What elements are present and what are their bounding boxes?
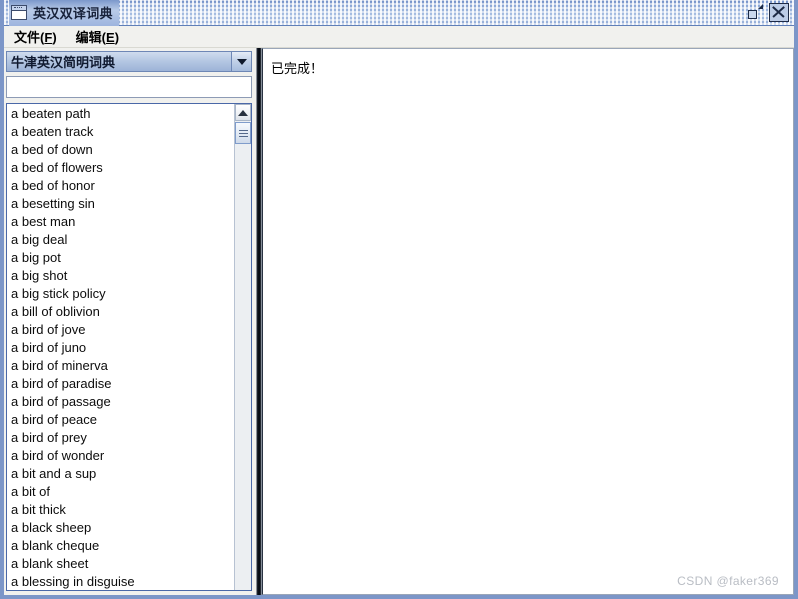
list-item[interactable]: a bit and a sup [7,465,234,483]
sidebar-pane: 牛津英汉简明词典 a beaten path a beaten track a be… [4,48,256,595]
scrollbar-thumb[interactable] [235,122,251,144]
thumb-grip-line [238,135,248,137]
list-item[interactable]: a bird of peace [7,411,234,429]
list-item[interactable]: a bird of minerva [7,357,234,375]
watermark-text: CSDN @faker369 [677,574,779,588]
list-item[interactable]: a bird of juno [7,339,234,357]
list-item[interactable]: a blessing in disguise [7,573,234,590]
menu-item-file-label: 文件 [14,29,41,45]
list-item[interactable]: a bit thick [7,501,234,519]
restore-arrow-icon [758,4,763,9]
window-controls [745,3,792,22]
scrollbar-track[interactable] [235,144,251,590]
list-item[interactable]: a bird of prey [7,429,234,447]
menu-item-edit[interactable]: 编辑(E) [72,26,128,48]
list-item[interactable]: a big deal [7,231,234,249]
list-item[interactable]: a big stick policy [7,285,234,303]
menu-item-edit-mnemonic: E [106,29,115,45]
list-item[interactable]: a bed of honor [7,177,234,195]
scrollbar-up-button[interactable] [235,104,251,121]
list-item[interactable]: a blank cheque [7,537,234,555]
word-list[interactable]: a beaten path a beaten track a bed of down… [7,104,234,590]
list-item[interactable]: a bird of passage [7,393,234,411]
list-item[interactable]: a best man [7,213,234,231]
dictionary-select-value: 牛津英汉简明词典 [11,55,116,70]
thumb-grip-line [238,129,248,131]
restore-window-button[interactable] [745,3,765,22]
list-item[interactable]: a bed of flowers [7,159,234,177]
main-content-area: 牛津英汉简明词典 a beaten path a beaten track a be… [4,48,794,595]
status-message: 已完成！ [271,61,324,76]
close-window-button[interactable] [769,3,789,22]
title-bar-left-group: 英汉双译词典 [9,0,119,26]
window-icon [11,5,27,20]
list-item[interactable]: a bird of wonder [7,447,234,465]
chevron-down-icon [236,58,247,65]
search-input[interactable] [7,78,251,96]
list-item[interactable]: a big pot [7,249,234,267]
menu-item-edit-label: 编辑 [75,29,102,45]
list-item[interactable]: a bird of paradise [7,375,234,393]
list-item[interactable]: a bit of [7,483,234,501]
menu-bar: 文件(F) 编辑(E) [4,26,794,48]
triangle-up-icon [238,109,248,116]
list-item[interactable]: a beaten track [7,123,234,141]
application-window: 英汉双译词典 文件(F) 编辑(E) 牛津英汉简明词典 a beaten pat… [0,0,798,599]
list-item[interactable]: a big shot [7,267,234,285]
list-item[interactable]: a blank sheet [7,555,234,573]
list-item[interactable]: a bed of down [7,141,234,159]
restore-square-icon [748,10,757,19]
thumb-grip-line [238,132,248,134]
window-title: 英汉双译词典 [33,6,113,21]
search-field-wrapper[interactable] [6,76,252,98]
word-list-wrapper: a beaten path a beaten track a bed of down… [6,103,252,591]
dictionary-select[interactable]: 牛津英汉简明词典 [6,51,252,72]
list-item[interactable]: a bird of jove [7,321,234,339]
list-item[interactable]: a besetting sin [7,195,234,213]
word-list-scrollbar[interactable] [234,104,251,590]
dictionary-select-button[interactable] [231,52,251,71]
definition-pane[interactable]: 已完成！ CSDN @faker369 [262,48,794,595]
menu-item-file-mnemonic: F [44,29,53,45]
menu-item-file[interactable]: 文件(F) [10,26,66,48]
title-bar[interactable]: 英汉双译词典 [4,0,794,26]
list-item[interactable]: a black sheep [7,519,234,537]
list-item[interactable]: a bill of oblivion [7,303,234,321]
list-item[interactable]: a beaten path [7,105,234,123]
